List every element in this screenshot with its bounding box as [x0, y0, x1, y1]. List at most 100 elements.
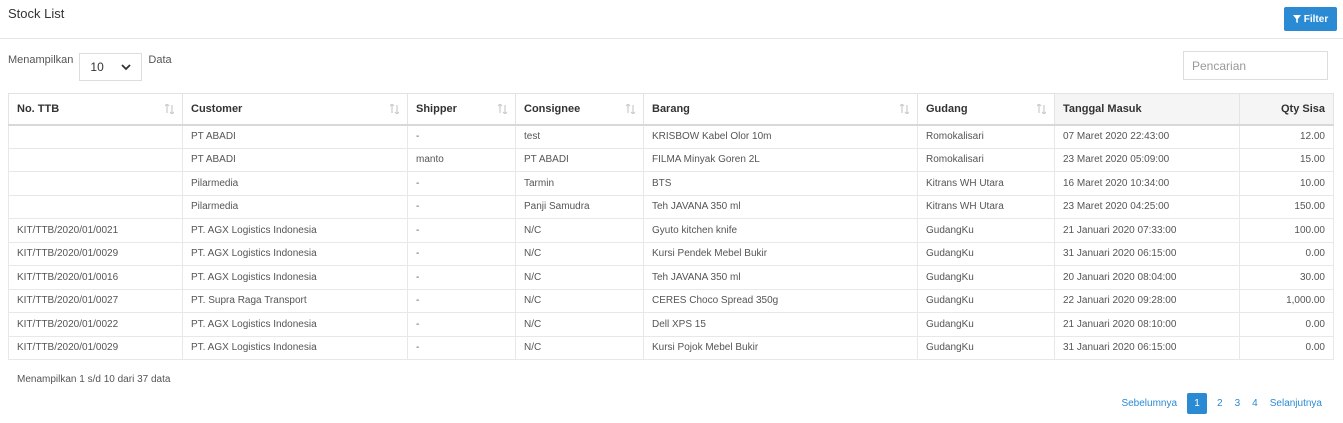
- column-header-label: No. TTB: [17, 102, 60, 115]
- table-cell: 31 Januari 2020 06:15:00: [1054, 335, 1240, 360]
- table-cell: PT. AGX Logistics Indonesia: [182, 312, 408, 337]
- table-row[interactable]: KIT/TTB/2020/01/0022 PT. AGX Logistics In…: [8, 312, 1334, 337]
- table-cell: GudangKu: [917, 241, 1055, 266]
- table-cell: -: [407, 194, 516, 219]
- table-cell: 15.00: [1239, 147, 1334, 172]
- table-cell: Romokalisari: [917, 147, 1055, 172]
- search-input[interactable]: [1183, 51, 1328, 80]
- table-cell: [8, 124, 183, 149]
- column-header-label: Qty Sisa: [1280, 102, 1325, 115]
- column-header[interactable]: Tanggal Masuk: [1054, 93, 1240, 126]
- table-cell: Teh JAVANA 350 ml: [643, 194, 918, 219]
- table-cell: 23 Maret 2020 05:09:00: [1054, 147, 1240, 172]
- table-cell: GudangKu: [917, 335, 1055, 360]
- table-row[interactable]: KIT/TTB/2020/01/0027 PT. Supra Raga Trans…: [8, 288, 1334, 313]
- filter-button[interactable]: Filter: [1284, 7, 1337, 31]
- pagination-page[interactable]: 4: [1246, 398, 1264, 409]
- table-cell: 23 Maret 2020 04:25:00: [1054, 194, 1240, 219]
- table-cell: 12.00: [1239, 124, 1334, 149]
- table-cell: PT. AGX Logistics Indonesia: [182, 241, 408, 266]
- table-cell: GudangKu: [917, 288, 1055, 313]
- table-cell: Teh JAVANA 350 ml: [643, 265, 918, 290]
- table-cell: N/C: [515, 312, 644, 337]
- table-cell: CERES Choco Spread 350g: [643, 288, 918, 313]
- table-cell: -: [407, 241, 516, 266]
- pagination-next[interactable]: Selanjutnya: [1264, 398, 1328, 409]
- table-cell: KIT/TTB/2020/01/0029: [8, 241, 183, 266]
- table-cell: PT ABADI: [182, 124, 408, 149]
- table-cell: [8, 147, 183, 172]
- table-cell: Kursi Pendek Mebel Bukir: [643, 241, 918, 266]
- table-header-row: No. TTB Customer Shipper Consignee Barang Gud…: [8, 93, 1334, 126]
- column-header-label: Gudang: [926, 102, 968, 115]
- column-header[interactable]: Customer: [182, 93, 408, 126]
- sort-icon: [626, 104, 635, 114]
- column-header-label: Tanggal Masuk: [1063, 102, 1142, 115]
- table-row[interactable]: PT ABADI - test KRISBOW Kabel Olor 10m Romok…: [8, 124, 1334, 149]
- table-cell: Pilarmedia: [182, 171, 408, 196]
- table-row[interactable]: Pilarmedia - Tarmin BTS Kitrans WH Utara 16 M…: [8, 171, 1334, 196]
- table-cell: 21 Januari 2020 08:10:00: [1054, 312, 1240, 337]
- length-control: Menampilkan 10 Data: [8, 53, 172, 81]
- table-cell: 20 Januari 2020 08:04:00: [1054, 265, 1240, 290]
- table-row[interactable]: PT ABADI manto PT ABADI FILMA Minyak Goren …: [8, 147, 1334, 172]
- table-cell: PT. AGX Logistics Indonesia: [182, 218, 408, 243]
- pagination: Sebelumnya 1234 Selanjutnya: [1115, 393, 1328, 414]
- table-cell: -: [407, 171, 516, 196]
- column-header-label: Shipper: [416, 102, 457, 115]
- table-row[interactable]: KIT/TTB/2020/01/0029 PT. AGX Logistics In…: [8, 241, 1334, 266]
- table-cell: Kursi Pojok Mebel Bukir: [643, 335, 918, 360]
- table-cell: -: [407, 312, 516, 337]
- table-cell: 30.00: [1239, 265, 1334, 290]
- sort-icon: [165, 104, 174, 114]
- column-header[interactable]: Consignee: [515, 93, 644, 126]
- pagination-page[interactable]: 1: [1187, 393, 1208, 414]
- sort-icon: [390, 104, 399, 114]
- table-cell: 0.00: [1239, 241, 1334, 266]
- page-header: Stock List Filter: [0, 0, 1343, 39]
- table-cell: 07 Maret 2020 22:43:00: [1054, 124, 1240, 149]
- table-cell: KRISBOW Kabel Olor 10m: [643, 124, 918, 149]
- table-cell: -: [407, 124, 516, 149]
- filter-button-label: Filter: [1303, 13, 1329, 25]
- pagination-page[interactable]: 2: [1211, 398, 1229, 409]
- table-cell: -: [407, 265, 516, 290]
- column-header[interactable]: Shipper: [407, 93, 516, 126]
- table-cell: PT. AGX Logistics Indonesia: [182, 265, 408, 290]
- table-body: PT ABADI - test KRISBOW Kabel Olor 10m Romok…: [8, 124, 1334, 360]
- table-cell: -: [407, 218, 516, 243]
- column-header[interactable]: Gudang: [917, 93, 1055, 126]
- page-length-select[interactable]: 10: [79, 53, 143, 81]
- table-row[interactable]: KIT/TTB/2020/01/0016 PT. AGX Logistics In…: [8, 265, 1334, 290]
- table-row[interactable]: KIT/TTB/2020/01/0029 PT. AGX Logistics In…: [8, 335, 1334, 360]
- page-title: Stock List: [8, 6, 65, 21]
- column-header[interactable]: Qty Sisa: [1239, 93, 1334, 126]
- table-cell: 31 Januari 2020 06:15:00: [1054, 241, 1240, 266]
- table-cell: KIT/TTB/2020/01/0021: [8, 218, 183, 243]
- table-cell: [8, 194, 183, 219]
- column-header-label: Consignee: [524, 102, 581, 115]
- column-header[interactable]: No. TTB: [8, 93, 183, 126]
- table-cell: GudangKu: [917, 312, 1055, 337]
- table-cell: Gyuto kitchen knife: [643, 218, 918, 243]
- table-row[interactable]: Pilarmedia - Panji Samudra Teh JAVANA 350 m…: [8, 194, 1334, 219]
- table-cell: KIT/TTB/2020/01/0027: [8, 288, 183, 313]
- table-cell: 100.00: [1239, 218, 1334, 243]
- table-cell: 150.00: [1239, 194, 1334, 219]
- table-row[interactable]: KIT/TTB/2020/01/0021 PT. AGX Logistics In…: [8, 218, 1334, 243]
- table-cell: 21 Januari 2020 07:33:00: [1054, 218, 1240, 243]
- table-cell: -: [407, 288, 516, 313]
- column-header-label: Barang: [652, 102, 690, 115]
- length-suffix: Data: [148, 54, 172, 66]
- table-cell: KIT/TTB/2020/01/0016: [8, 265, 183, 290]
- stock-table: No. TTB Customer Shipper Consignee Barang Gud…: [8, 93, 1334, 360]
- table-cell: Panji Samudra: [515, 194, 644, 219]
- sort-icon: [900, 104, 909, 114]
- column-header[interactable]: Barang: [643, 93, 918, 126]
- pagination-prev[interactable]: Sebelumnya: [1115, 398, 1183, 409]
- pagination-page[interactable]: 3: [1229, 398, 1247, 409]
- table-cell: PT ABADI: [515, 147, 644, 172]
- table-cell: test: [515, 124, 644, 149]
- table-cell: GudangKu: [917, 218, 1055, 243]
- length-prefix: Menampilkan: [8, 54, 74, 66]
